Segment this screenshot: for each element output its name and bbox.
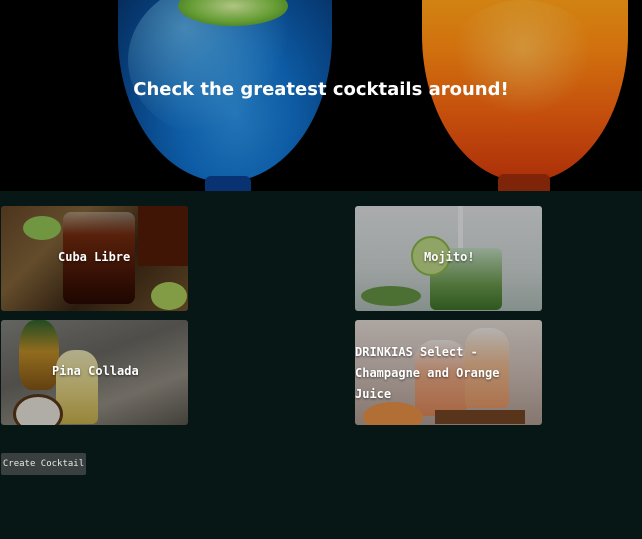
cocktail-card-pina-collada[interactable]: Pina Collada — [1, 320, 188, 425]
cocktail-card-mojito[interactable]: Mojito! — [355, 206, 542, 311]
cocktail-name: Pina Collada — [52, 364, 139, 378]
create-cocktail-button[interactable]: Create Cocktail — [1, 453, 86, 475]
cocktail-name: DRINKIAS Select - Champagne and Orange J… — [355, 345, 500, 401]
hero-title: Check the greatest cocktails around! — [133, 79, 509, 100]
hero-banner: Check the greatest cocktails around! — [0, 0, 642, 191]
cocktail-card-drinkias-select[interactable]: DRINKIAS Select - Champagne and Orange J… — [355, 320, 542, 425]
cocktail-card-cuba-libre[interactable]: Cuba Libre — [1, 206, 188, 311]
cocktail-name: Mojito! — [424, 250, 475, 264]
cocktail-name: Cuba Libre — [58, 250, 131, 264]
